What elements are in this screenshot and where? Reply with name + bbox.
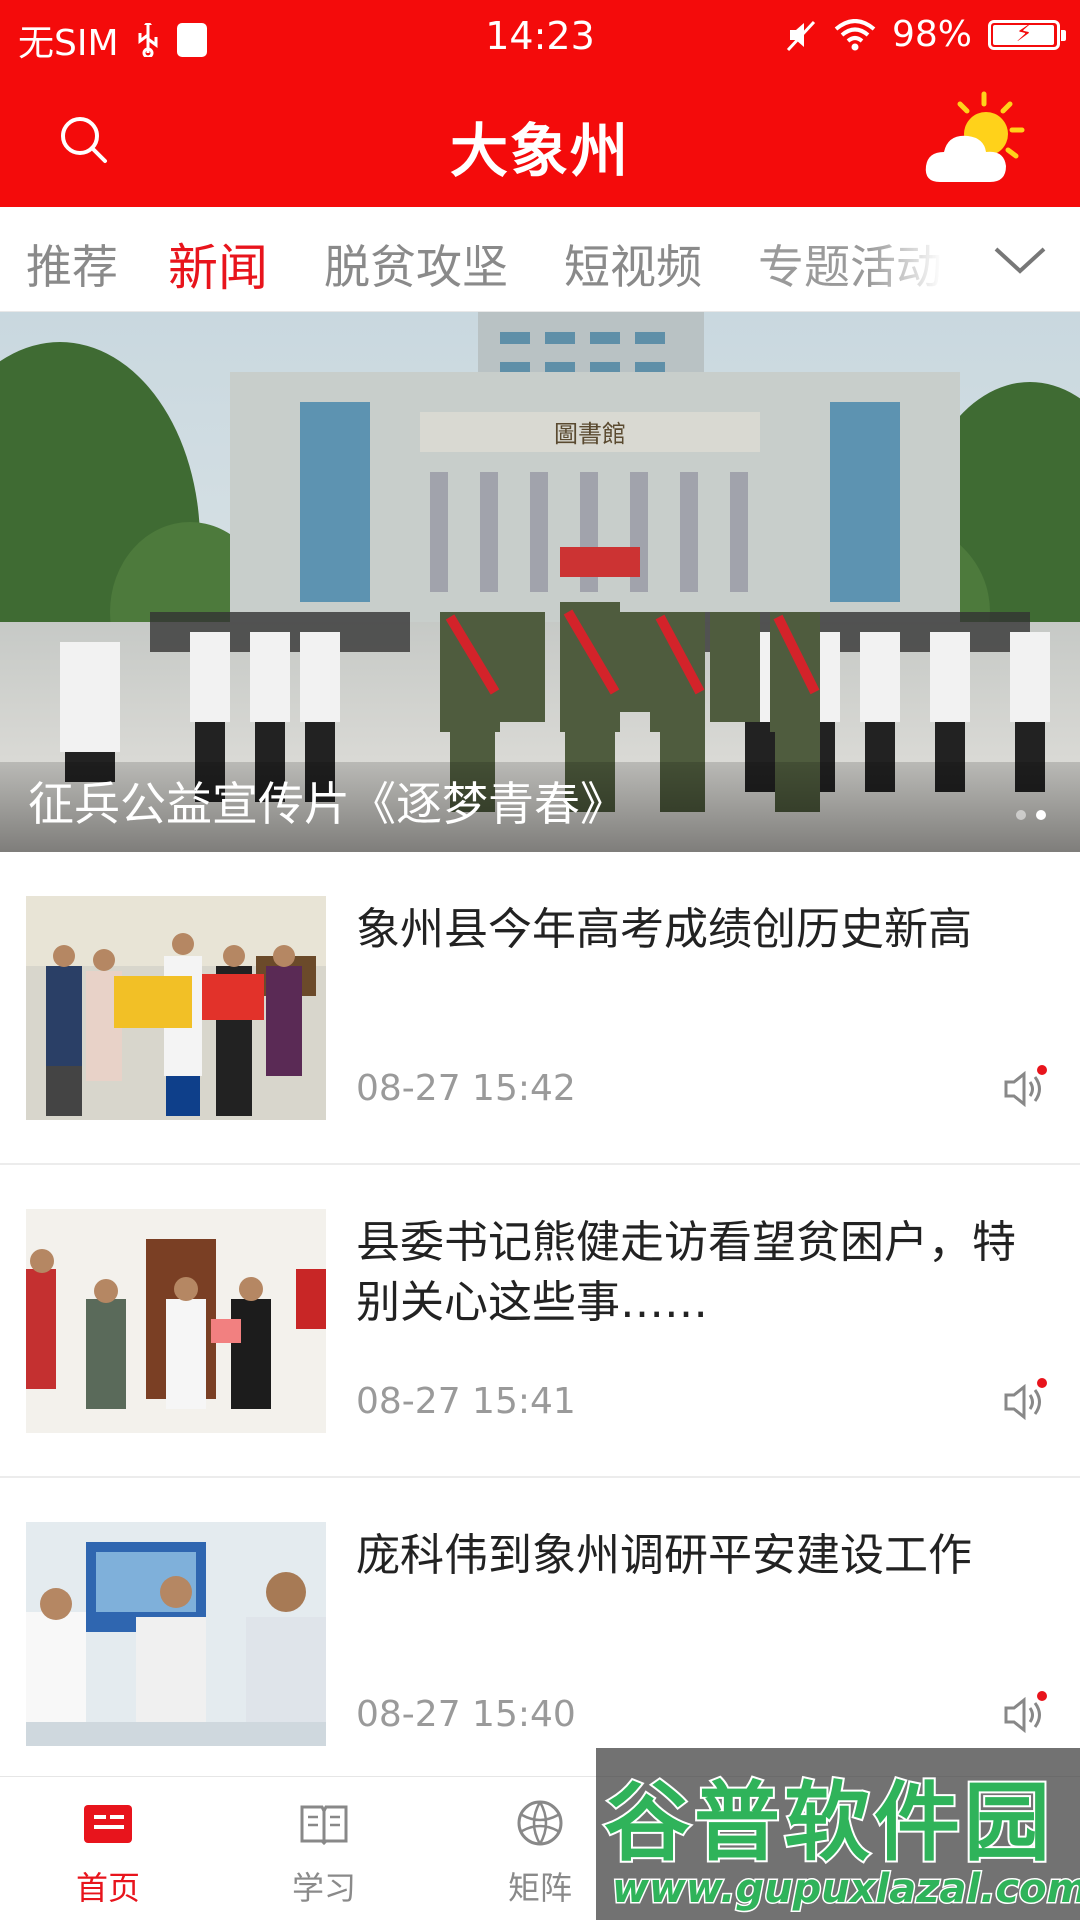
banner-carousel[interactable]: 圖書館 征兵公益宣传片《逐梦青春》 (0, 312, 1080, 852)
tab-poverty-alleviation[interactable]: 脱贫攻坚 (324, 231, 508, 297)
wifi-icon (834, 18, 876, 50)
news-title: 县委书记熊健走访看望贫困户，特别关心这些事…… (356, 1217, 1016, 1328)
news-title: 象州县今年高考成绩创历史新高 (356, 904, 972, 955)
news-title: 庞科伟到象州调研平安建设工作 (356, 1530, 972, 1581)
news-time: 08-27 15:42 (356, 1068, 576, 1109)
app-title: 大象州 (449, 117, 630, 185)
audio-play-icon[interactable] (1002, 1690, 1050, 1738)
app-header: 无SIM 14:23 98% ⚡ 大象州 (0, 0, 1080, 207)
category-tabs: 推荐 新闻 脱贫攻坚 短视频 专题活动 (0, 207, 1080, 312)
status-bar: 无SIM 14:23 98% ⚡ (0, 0, 1080, 76)
news-item[interactable]: 庞科伟到象州调研平安建设工作 08-27 15:40 (0, 1478, 1080, 1776)
watermark-url: www.gupuxlazal.com (610, 1865, 1080, 1914)
tab-news[interactable]: 新闻 (168, 228, 268, 300)
carousel-dot-active (1036, 810, 1046, 820)
carousel-dot (1016, 810, 1026, 820)
news-time: 08-27 15:41 (356, 1381, 576, 1422)
nav-study-label: 学习 (291, 1869, 356, 1907)
tab-recommend[interactable]: 推荐 (26, 231, 118, 297)
nav-study[interactable]: 学习 (216, 1777, 432, 1920)
watermark-logo: 谷普软件园 (602, 1771, 1054, 1875)
book-icon (300, 1805, 348, 1846)
news-thumbnail (26, 1209, 326, 1433)
nav-bar: 大象州 (0, 76, 1080, 207)
banner-caption[interactable]: 征兵公益宣传片《逐梦青春》 (28, 768, 626, 834)
news-thumbnail (26, 896, 326, 1120)
building-sign: 圖書館 (554, 420, 626, 448)
mute-icon (786, 20, 816, 51)
carousel-indicator (1016, 810, 1046, 820)
news-item[interactable]: 县委书记熊健走访看望贫困户，特别关心这些事…… 08-27 15:41 (0, 1165, 1080, 1478)
battery-icon: ⚡ (988, 19, 1066, 50)
news-item[interactable]: 象州县今年高考成绩创历史新高 08-27 15:42 (0, 852, 1080, 1165)
nav-home-label: 首页 (75, 1869, 140, 1907)
audio-play-icon[interactable] (1002, 1064, 1050, 1112)
globe-icon (517, 1800, 563, 1846)
audio-play-icon[interactable] (1002, 1377, 1050, 1425)
chevron-down-icon[interactable] (990, 241, 1050, 279)
watermark-overlay: 谷普软件园 www.gupuxlazal.com (596, 1748, 1080, 1920)
nav-home[interactable]: 首页 (0, 1777, 216, 1920)
tab-short-video[interactable]: 短视频 (564, 231, 702, 297)
battery-percent: 98% (891, 14, 972, 55)
home-icon (84, 1805, 132, 1843)
news-time: 08-27 15:40 (356, 1694, 576, 1735)
weather-icon[interactable] (922, 90, 1028, 188)
tab-special-events[interactable]: 专题活动 (758, 231, 942, 297)
news-thumbnail (26, 1522, 326, 1746)
